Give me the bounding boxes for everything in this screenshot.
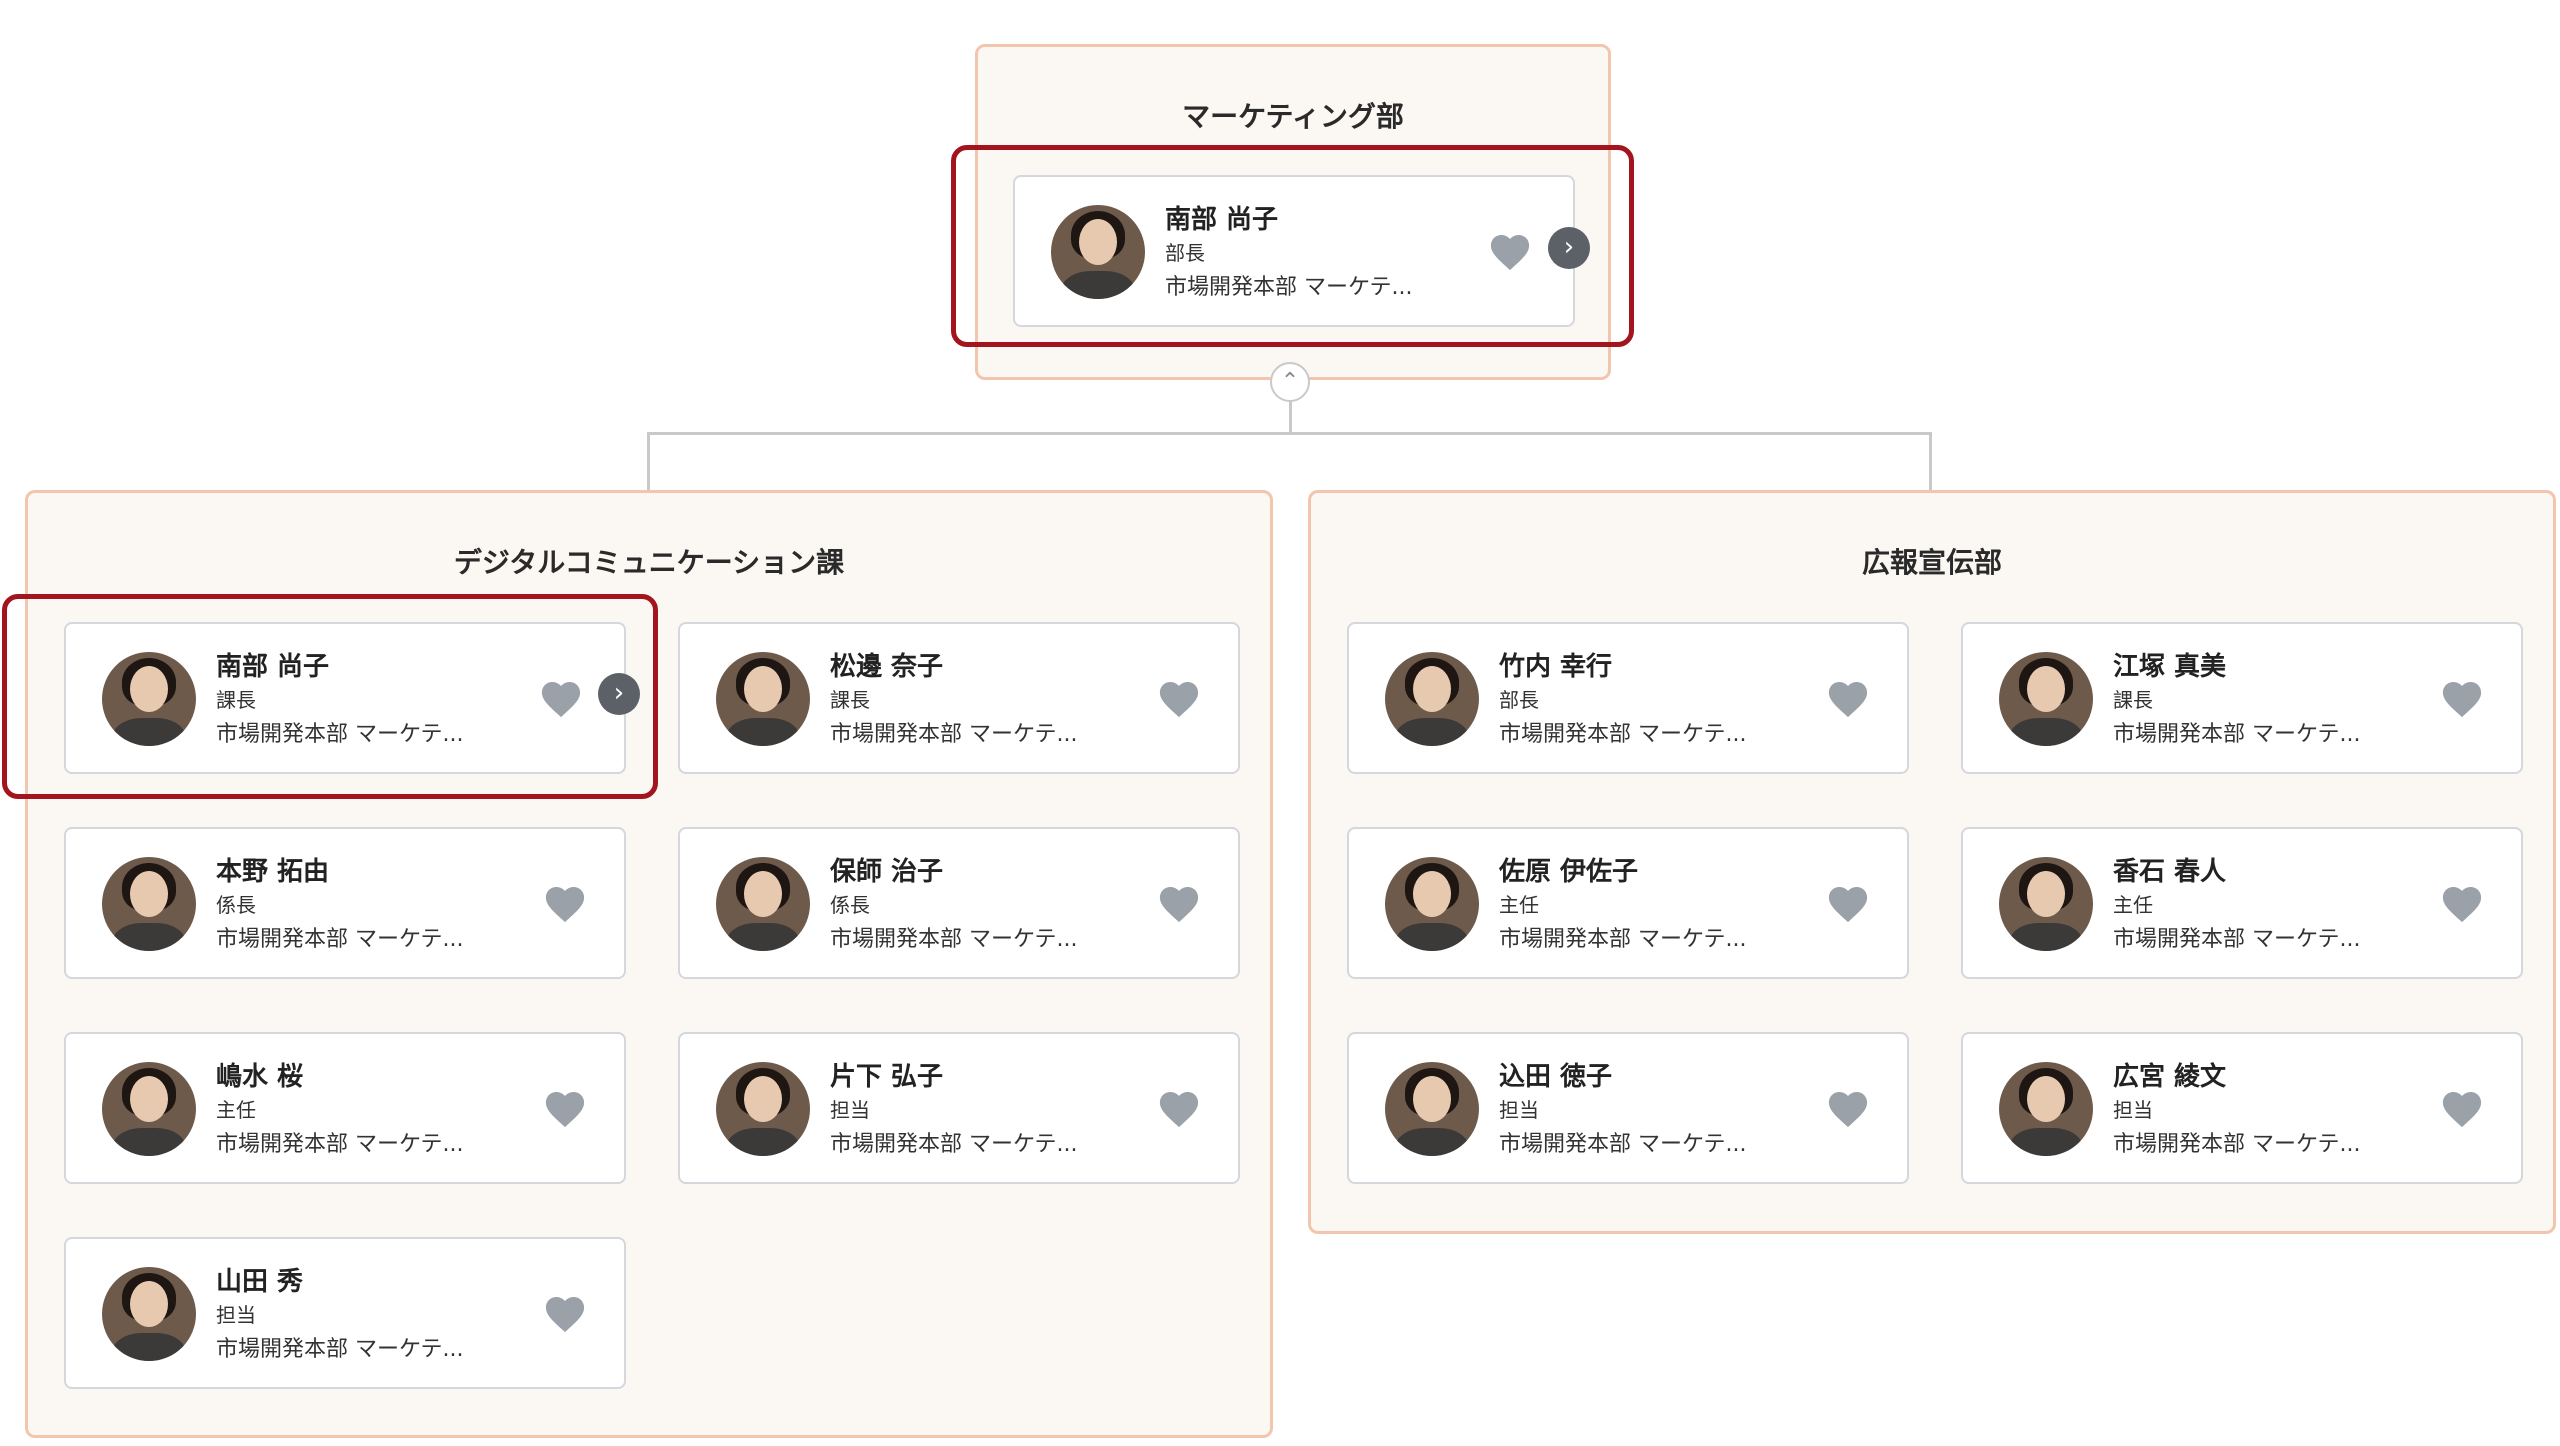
member-dept: 市場開発本部 マーケテ... (216, 1337, 464, 1362)
member-name: 広宮 綾文 (2113, 1062, 2227, 1092)
member-role: 担当 (830, 1098, 870, 1122)
avatar (1999, 857, 2093, 951)
member-name: 竹内 幸行 (1499, 652, 1613, 682)
heart-icon[interactable] (2439, 882, 2485, 924)
member-role: 部長 (1499, 688, 1539, 712)
member-card[interactable]: 保師 治子 係長 市場開発本部 マーケテ... (678, 827, 1240, 979)
member-dept: 市場開発本部 マーケテ... (830, 722, 1078, 747)
connector-left-drop (647, 432, 650, 490)
member-dept: 市場開発本部 マーケテ... (216, 927, 464, 952)
member-name: 松邊 奈子 (830, 652, 944, 682)
member-name: 山田 秀 (216, 1267, 304, 1297)
avatar (1999, 652, 2093, 746)
member-card[interactable]: 香石 春人 主任 市場開発本部 マーケテ... (1961, 827, 2523, 979)
member-card[interactable]: 佐原 伊佐子 主任 市場開発本部 マーケテ... (1347, 827, 1909, 979)
avatar (102, 857, 196, 951)
member-card[interactable]: 込田 徳子 担当 市場開発本部 マーケテ... (1347, 1032, 1909, 1184)
member-dept: 市場開発本部 マーケテ... (1499, 927, 1747, 952)
heart-icon[interactable] (542, 1292, 588, 1334)
highlight-box-left (2, 594, 658, 799)
member-card[interactable]: 嶋水 桜 主任 市場開発本部 マーケテ... (64, 1032, 626, 1184)
member-role: 主任 (2113, 893, 2153, 917)
heart-icon[interactable] (542, 1087, 588, 1129)
member-card[interactable]: 江塚 真美 課長 市場開発本部 マーケテ... (1961, 622, 2523, 774)
avatar (102, 1062, 196, 1156)
highlight-box-top (951, 145, 1634, 347)
heart-icon[interactable] (542, 882, 588, 924)
connector-right-drop (1929, 432, 1932, 490)
member-name: 込田 徳子 (1499, 1062, 1613, 1092)
member-dept: 市場開発本部 マーケテ... (1499, 1132, 1747, 1157)
member-role: 担当 (1499, 1098, 1539, 1122)
heart-icon[interactable] (2439, 677, 2485, 719)
member-name: 香石 春人 (2113, 857, 2227, 887)
member-role: 主任 (216, 1098, 256, 1122)
member-role: 担当 (216, 1303, 256, 1327)
avatar (716, 1062, 810, 1156)
member-name: 嶋水 桜 (216, 1062, 304, 1092)
member-dept: 市場開発本部 マーケテ... (830, 1132, 1078, 1157)
member-name: 本野 拓由 (216, 857, 330, 887)
avatar (1999, 1062, 2093, 1156)
member-role: 主任 (1499, 893, 1539, 917)
member-card[interactable]: 広宮 綾文 担当 市場開発本部 マーケテ... (1961, 1032, 2523, 1184)
heart-icon[interactable] (1825, 882, 1871, 924)
member-card[interactable]: 片下 弘子 担当 市場開発本部 マーケテ... (678, 1032, 1240, 1184)
member-card[interactable]: 山田 秀 担当 市場開発本部 マーケテ... (64, 1237, 626, 1389)
member-dept: 市場開発本部 マーケテ... (2113, 927, 2361, 952)
member-name: 佐原 伊佐子 (1499, 857, 1639, 887)
member-role: 係長 (830, 893, 870, 917)
avatar (1385, 1062, 1479, 1156)
avatar (102, 1267, 196, 1361)
chevron-up-icon[interactable]: ⌃ (1270, 362, 1310, 402)
member-name: 保師 治子 (830, 857, 944, 887)
member-role: 課長 (2113, 688, 2153, 712)
group-title: デジタルコミュニケーション課 (453, 546, 845, 579)
member-role: 係長 (216, 893, 256, 917)
heart-icon[interactable] (1156, 882, 1202, 924)
group-title: 広報宣伝部 (1861, 546, 2002, 579)
avatar (716, 652, 810, 746)
member-card[interactable]: 松邊 奈子 課長 市場開発本部 マーケテ... (678, 622, 1240, 774)
member-dept: 市場開発本部 マーケテ... (830, 927, 1078, 952)
member-dept: 市場開発本部 マーケテ... (1499, 722, 1747, 747)
avatar (1385, 652, 1479, 746)
group-public-relations: 広報宣伝部 竹内 幸行 部長 市場開発本部 マーケテ... 江塚 真美 課長 市… (1308, 490, 2556, 1234)
member-dept: 市場開発本部 マーケテ... (2113, 722, 2361, 747)
heart-icon[interactable] (1156, 1087, 1202, 1129)
heart-icon[interactable] (1825, 677, 1871, 719)
group-title: マーケティング部 (1182, 100, 1404, 133)
member-card[interactable]: 本野 拓由 係長 市場開発本部 マーケテ... (64, 827, 626, 979)
avatar (1385, 857, 1479, 951)
heart-icon[interactable] (2439, 1087, 2485, 1129)
member-role: 担当 (2113, 1098, 2153, 1122)
member-role: 課長 (830, 688, 870, 712)
avatar (716, 857, 810, 951)
connector-horizontal (647, 432, 1932, 435)
member-dept: 市場開発本部 マーケテ... (216, 1132, 464, 1157)
heart-icon[interactable] (1156, 677, 1202, 719)
member-name: 江塚 真美 (2113, 652, 2227, 682)
member-card[interactable]: 竹内 幸行 部長 市場開発本部 マーケテ... (1347, 622, 1909, 774)
connector-vertical-top (1289, 398, 1292, 434)
heart-icon[interactable] (1825, 1087, 1871, 1129)
member-dept: 市場開発本部 マーケテ... (2113, 1132, 2361, 1157)
member-name: 片下 弘子 (830, 1062, 944, 1092)
